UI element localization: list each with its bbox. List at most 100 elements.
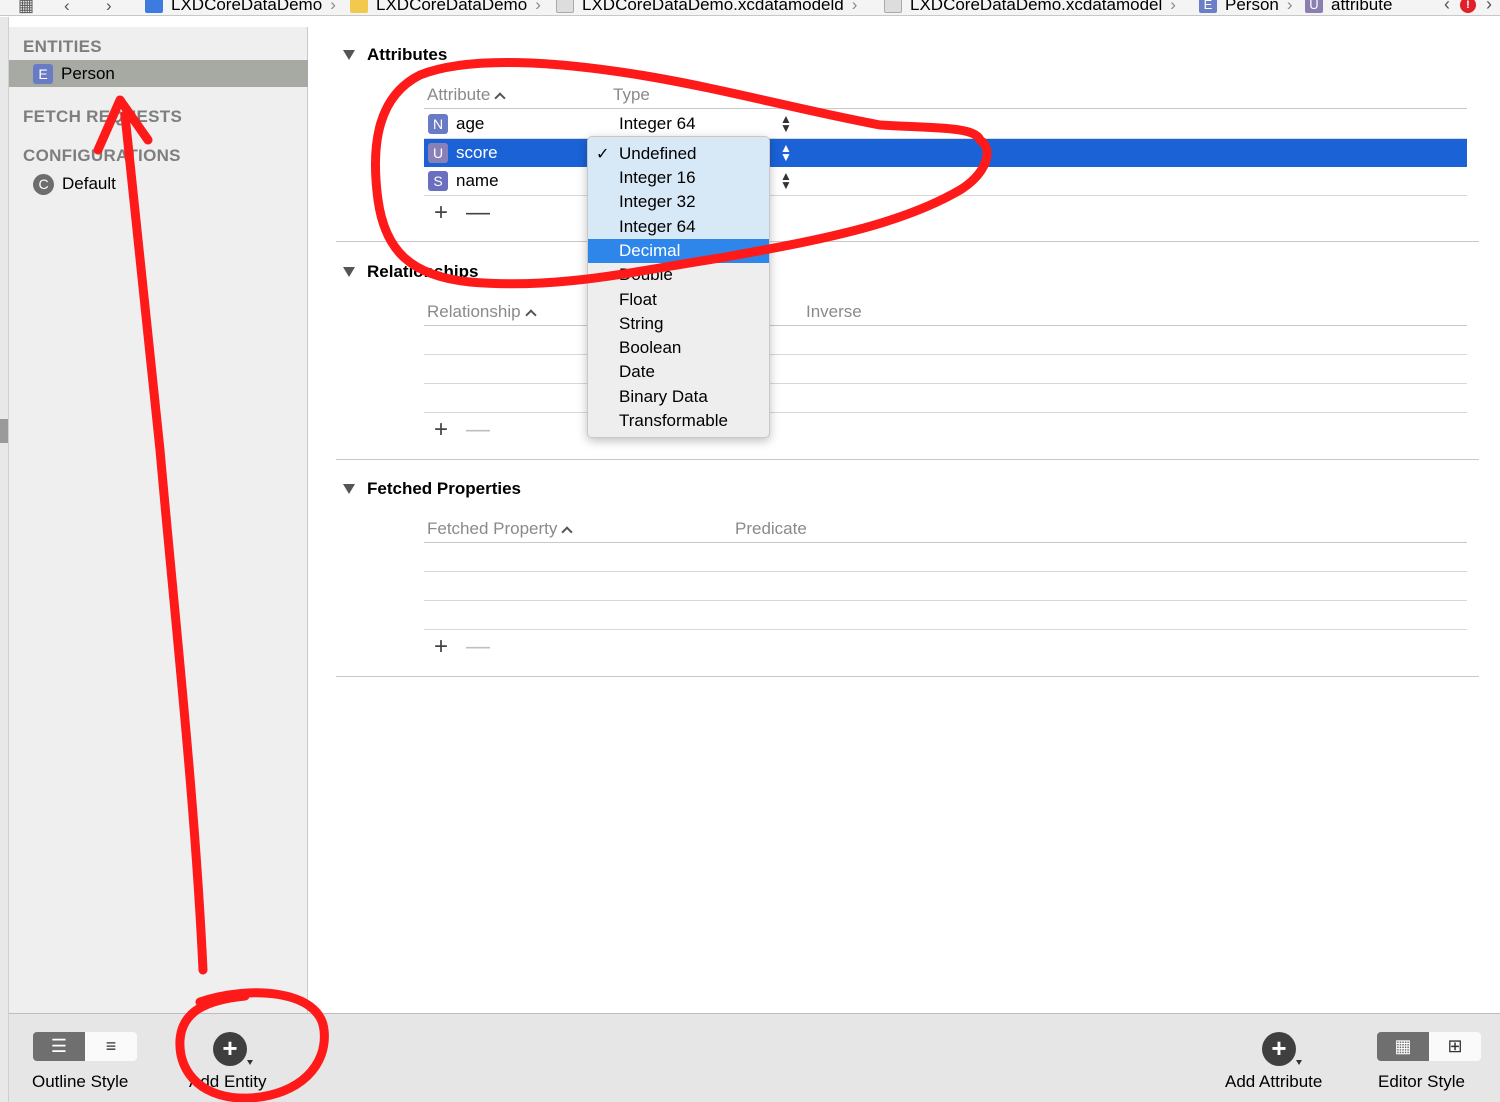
stepper-icon[interactable]: ▲ ▼ [780,170,792,191]
attribute-row-age[interactable]: N age Integer 64 ▲ ▼ [424,110,1467,138]
type-dropdown-menu: ✓ Undefined Integer 16 Integer 32 Intege… [587,136,770,438]
breadcrumb-folder[interactable]: LXDCoreDataDemo › [350,0,541,15]
editor-style-label: Editor Style [1378,1072,1465,1091]
fetch-requests-header: FETCH REQUESTS [23,107,183,126]
fetched-property-column-header[interactable]: Fetched Property [427,519,574,539]
menu-item-integer-32[interactable]: Integer 32 [588,190,769,214]
attribute-add-remove: + — [434,199,490,227]
attribute-column-header[interactable]: Attribute [427,85,506,105]
plus-icon[interactable]: + [434,199,448,227]
divider [424,383,1467,384]
menu-item-float[interactable]: Float [588,288,769,312]
section-divider [336,241,1479,242]
attribute-name[interactable]: age [456,114,484,134]
stepper-icon[interactable]: ▲ ▼ [780,113,792,134]
divider [424,108,1467,109]
previous-issue-icon[interactable]: ‹ [1444,0,1450,15]
fetched-properties-section-header[interactable]: Fetched Properties [343,479,521,499]
outline-style-label: Outline Style [32,1072,129,1091]
menu-item-undefined[interactable]: ✓ Undefined [588,142,769,166]
editor-style-segmented-control[interactable]: ▦ ⊞ [1377,1032,1481,1061]
relationship-column-header[interactable]: Relationship [427,302,537,322]
divider [424,354,1467,355]
predicate-column-header[interactable]: Predicate [735,519,807,539]
disclosure-triangle-icon[interactable] [343,50,355,60]
attribute-name[interactable]: name [456,171,499,191]
grid-icon[interactable]: ▦ [18,0,34,15]
add-entity-label[interactable]: Add Entity [189,1072,267,1092]
plus-icon[interactable]: + [434,416,448,444]
disclosure-triangle-icon[interactable] [343,267,355,277]
menu-item-date[interactable]: Date [588,360,769,384]
menu-item-integer-16[interactable]: Integer 16 [588,166,769,190]
minus-icon[interactable]: — [466,199,490,227]
menu-item-integer-64[interactable]: Integer 64 [588,215,769,239]
divider [424,325,1467,326]
menu-arrow-icon [247,1060,253,1065]
relationships-section-header[interactable]: Relationships [343,262,478,282]
next-issue-icon[interactable]: › [1486,0,1492,15]
breadcrumb-xcdatamodel[interactable]: LXDCoreDataDemo.xcdatamodel › [884,0,1176,15]
flat-list-icon[interactable]: ☰ [33,1032,85,1061]
breadcrumb-attribute[interactable]: U attribute [1305,0,1392,15]
left-edge-strip [0,17,9,1102]
model-file-icon [884,0,902,13]
plus-icon[interactable]: + [434,633,448,661]
attribute-badge-icon: U [1305,0,1323,13]
divider [424,629,1467,630]
bottom-toolbar: ☰ ≡ Outline Style + Add Entity + Add Att… [9,1013,1500,1102]
string-attribute-icon: S [428,171,448,191]
attribute-row-name[interactable]: S name ▲ ▼ [424,167,1467,195]
graph-style-icon[interactable]: ⊞ [1429,1032,1481,1061]
type-column-header[interactable]: Type [613,85,650,105]
outline-list-icon[interactable]: ≡ [85,1032,137,1061]
configuration-badge-icon: C [33,173,54,195]
back-chevron-icon[interactable]: ‹ [64,0,70,15]
add-circle-icon[interactable]: + [213,1032,247,1066]
add-circle-icon[interactable]: + [1262,1032,1296,1066]
attribute-type[interactable]: Integer 64 [619,114,696,134]
add-attribute-label[interactable]: Add Attribute [1225,1072,1322,1092]
sidebar-item-default[interactable]: C Default [9,170,308,198]
disclosure-triangle-icon[interactable] [343,484,355,494]
fetched-property-add-remove: + — [434,633,490,661]
table-style-icon[interactable]: ▦ [1377,1032,1429,1061]
outline-style-segmented-control[interactable]: ☰ ≡ [33,1032,137,1061]
configurations-header: CONFIGURATIONS [23,146,181,165]
sidebar-item-label: Person [61,63,115,83]
checkmark-icon: ✓ [596,146,610,163]
menu-item-double[interactable]: Double [588,263,769,287]
breadcrumb-entity[interactable]: E Person › [1199,0,1293,15]
menu-item-decimal[interactable]: Decimal [588,239,769,263]
attributes-section-header[interactable]: Attributes [343,45,447,65]
entities-header: ENTITIES [23,37,102,56]
outline-sidebar: ENTITIES E Person FETCH REQUESTS CONFIGU… [9,27,308,1013]
sort-ascending-icon [494,91,506,104]
divider [424,571,1467,572]
model-file-icon [556,0,574,13]
breadcrumb-xcdatamodeld[interactable]: LXDCoreDataDemo.xcdatamodeld › [556,0,857,15]
jump-bar: ▦ ‹ › LXDCoreDataDemo › LXDCoreDataDemo › … [0,0,1500,16]
menu-item-transformable[interactable]: Transformable [588,409,769,433]
forward-chevron-icon[interactable]: › [106,0,112,15]
menu-item-binary-data[interactable]: Binary Data [588,385,769,409]
stepper-icon[interactable]: ▲ ▼ [780,142,792,163]
project-icon [145,0,163,13]
breadcrumb-project[interactable]: LXDCoreDataDemo › [145,0,336,15]
attribute-name[interactable]: score [456,143,498,163]
sidebar-item-person[interactable]: E Person [9,60,308,87]
section-divider [336,459,1479,460]
minus-icon: — [466,416,491,443]
menu-arrow-icon [1296,1060,1302,1065]
minus-icon: — [466,633,491,660]
splitter-handle[interactable] [0,419,8,443]
menu-item-boolean[interactable]: Boolean [588,336,769,360]
folder-icon [350,0,368,13]
number-attribute-icon: N [428,114,448,134]
entity-badge-icon: E [1199,0,1217,13]
error-icon[interactable]: ! [1460,0,1476,13]
inverse-column-header[interactable]: Inverse [806,302,862,322]
menu-item-string[interactable]: String [588,312,769,336]
attribute-row-score[interactable]: U score ▲ ▼ [424,139,1467,167]
sidebar-item-label: Default [62,174,116,193]
